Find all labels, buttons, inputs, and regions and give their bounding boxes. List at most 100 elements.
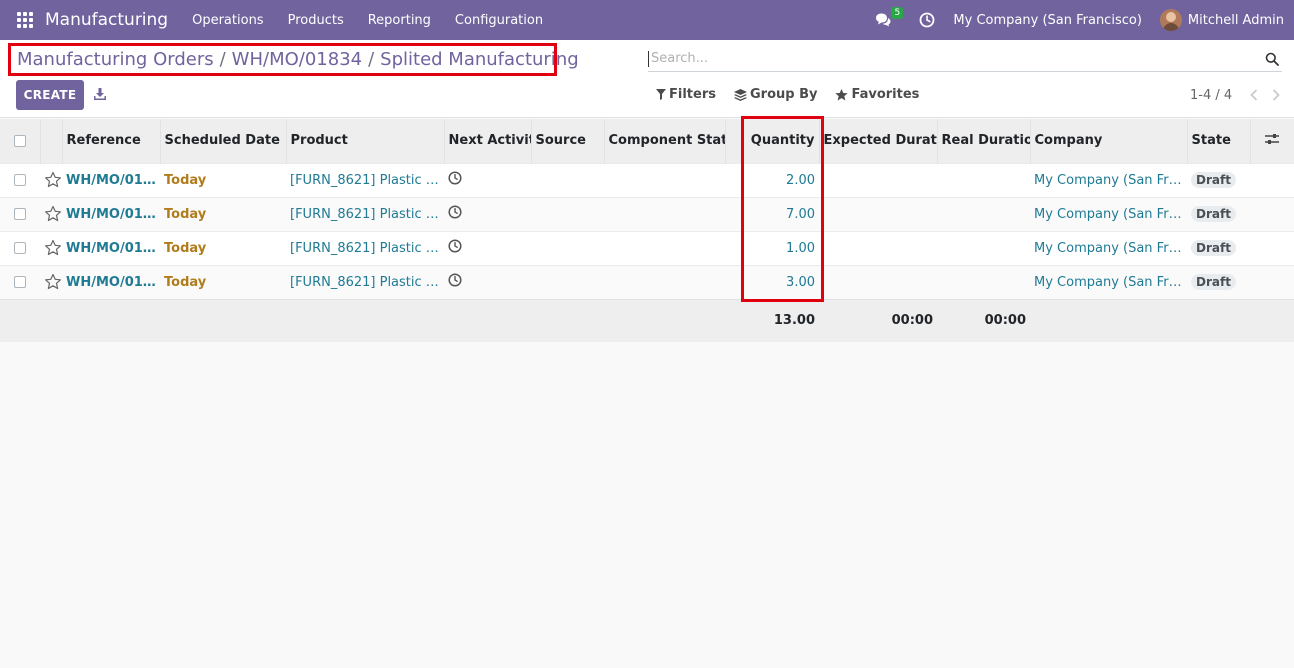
cell-product[interactable]: [FURN_8621] Plastic La... bbox=[286, 230, 444, 265]
state-badge: Draft bbox=[1191, 206, 1236, 222]
cell-company[interactable]: My Company (San Fran... bbox=[1030, 196, 1187, 231]
cell-state: Draft bbox=[1187, 162, 1250, 197]
search-bar bbox=[648, 46, 1282, 72]
priority-star-icon[interactable] bbox=[44, 239, 62, 257]
column-state[interactable]: State bbox=[1187, 119, 1251, 163]
column-reference[interactable]: Reference bbox=[62, 119, 161, 163]
cell-quantity: 2.00 bbox=[741, 162, 819, 197]
cell-expected-duration bbox=[819, 230, 937, 265]
cell-component-status bbox=[604, 264, 725, 299]
main-menu: Operations Products Reporting Configurat… bbox=[180, 13, 555, 28]
cell-end bbox=[1250, 264, 1294, 299]
activity-clock-icon[interactable] bbox=[448, 171, 462, 185]
column-company[interactable]: Company bbox=[1030, 119, 1188, 163]
select-all-checkbox[interactable] bbox=[13, 134, 26, 147]
column-real-duration[interactable]: Real Duration bbox=[937, 119, 1031, 163]
download-icon[interactable] bbox=[93, 87, 107, 101]
menu-reporting[interactable]: Reporting bbox=[356, 13, 443, 28]
breadcrumb-middle[interactable]: WH/MO/01834 bbox=[232, 49, 362, 70]
state-badge: Draft bbox=[1191, 274, 1236, 290]
create-button[interactable]: CREATE bbox=[16, 80, 84, 110]
filters-button[interactable]: Filters bbox=[656, 87, 716, 102]
pager-previous-button[interactable] bbox=[1244, 87, 1264, 103]
search-input[interactable] bbox=[648, 50, 1265, 67]
company-switcher[interactable]: My Company (San Francisco) bbox=[953, 13, 1141, 28]
cell-scheduled-date: Today bbox=[160, 196, 286, 231]
activity-clock-icon[interactable] bbox=[919, 12, 935, 28]
cell-product[interactable]: [FURN_8621] Plastic La... bbox=[286, 162, 444, 197]
control-panel: Manufacturing Orders / WH/MO/01834 / Spl… bbox=[0, 40, 1294, 118]
menu-operations[interactable]: Operations bbox=[180, 13, 275, 28]
priority-cell bbox=[40, 162, 62, 197]
footer-spacer bbox=[0, 298, 741, 342]
table-row[interactable]: WH/MO/01838 Today [FURN_8621] Plastic La… bbox=[0, 264, 1294, 299]
table-row[interactable]: WH/MO/01837 Today [FURN_8621] Plastic La… bbox=[0, 230, 1294, 265]
cell-product[interactable]: [FURN_8621] Plastic La... bbox=[286, 264, 444, 299]
table-row[interactable]: WH/MO/01836 Today [FURN_8621] Plastic La… bbox=[0, 196, 1294, 231]
row-checkbox[interactable] bbox=[14, 174, 26, 186]
cell-company[interactable]: My Company (San Fran... bbox=[1030, 264, 1187, 299]
priority-star-icon[interactable] bbox=[44, 171, 62, 189]
cell-reference[interactable]: WH/MO/01837 bbox=[62, 230, 160, 265]
user-avatar[interactable] bbox=[1159, 9, 1182, 31]
activity-clock-icon[interactable] bbox=[448, 205, 462, 219]
cell-expected-duration bbox=[819, 196, 937, 231]
cell-spacer bbox=[725, 162, 741, 197]
table-header-row: Reference Scheduled Date Product Next Ac… bbox=[0, 119, 1294, 163]
breadcrumb-root[interactable]: Manufacturing Orders bbox=[17, 49, 214, 70]
star-icon bbox=[835, 88, 849, 100]
cell-component-status bbox=[604, 162, 725, 197]
activity-clock-icon[interactable] bbox=[448, 273, 462, 287]
row-checkbox[interactable] bbox=[14, 242, 26, 254]
app-name[interactable]: Manufacturing bbox=[45, 10, 168, 30]
pager-value[interactable]: 1-4 / 4 bbox=[1190, 88, 1232, 103]
cell-product[interactable]: [FURN_8621] Plastic La... bbox=[286, 196, 444, 231]
user-menu[interactable]: Mitchell Admin bbox=[1188, 13, 1284, 28]
favorites-button[interactable]: Favorites bbox=[835, 87, 919, 102]
state-badge: Draft bbox=[1191, 240, 1236, 256]
cell-source bbox=[531, 230, 604, 265]
column-next-activity[interactable]: Next Activity bbox=[444, 119, 532, 163]
layers-icon bbox=[733, 88, 747, 101]
cell-reference[interactable]: WH/MO/01838 bbox=[62, 264, 160, 299]
pager-next-button[interactable] bbox=[1266, 87, 1286, 103]
menu-products[interactable]: Products bbox=[276, 13, 356, 28]
search-icon[interactable] bbox=[1265, 52, 1279, 66]
cell-end bbox=[1250, 196, 1294, 231]
row-checkbox[interactable] bbox=[14, 208, 26, 220]
column-source[interactable]: Source bbox=[531, 119, 605, 163]
row-select-cell bbox=[0, 196, 40, 231]
column-quantity[interactable]: Quantity bbox=[741, 119, 820, 163]
cell-reference[interactable]: WH/MO/01835 bbox=[62, 162, 160, 197]
menu-configuration[interactable]: Configuration bbox=[443, 13, 555, 28]
activity-clock-icon[interactable] bbox=[448, 239, 462, 253]
apps-menu-icon[interactable] bbox=[17, 12, 33, 28]
column-scheduled-date[interactable]: Scheduled Date bbox=[160, 119, 287, 163]
breadcrumb: Manufacturing Orders / WH/MO/01834 / Spl… bbox=[8, 43, 579, 76]
cell-company[interactable]: My Company (San Fran... bbox=[1030, 230, 1187, 265]
cell-next-activity bbox=[444, 264, 531, 299]
column-component-status[interactable]: Component Status bbox=[604, 119, 726, 163]
cell-quantity: 3.00 bbox=[741, 264, 819, 299]
cell-expected-duration bbox=[819, 162, 937, 197]
messaging-menu[interactable]: 5 bbox=[875, 0, 905, 40]
top-navbar: Manufacturing Operations Products Report… bbox=[0, 0, 1294, 40]
navbar-systray: 5 My Company (San Francisco) Mitchell Ad… bbox=[875, 0, 1294, 40]
cell-spacer bbox=[725, 230, 741, 265]
manufacturing-orders-table: Reference Scheduled Date Product Next Ac… bbox=[0, 119, 1294, 342]
priority-star-icon[interactable] bbox=[44, 273, 62, 291]
cell-reference[interactable]: WH/MO/01836 bbox=[62, 196, 160, 231]
filters-label: Filters bbox=[669, 87, 716, 102]
row-checkbox[interactable] bbox=[14, 276, 26, 288]
cell-company[interactable]: My Company (San Fran... bbox=[1030, 162, 1187, 197]
groupby-button[interactable]: Group By bbox=[733, 87, 817, 102]
optional-columns-toggle[interactable] bbox=[1250, 119, 1294, 163]
column-expected-duration[interactable]: Expected Duration bbox=[819, 119, 938, 163]
row-select-cell bbox=[0, 230, 40, 265]
cell-scheduled-date: Today bbox=[160, 230, 286, 265]
table-row[interactable]: WH/MO/01835 Today [FURN_8621] Plastic La… bbox=[0, 162, 1294, 197]
cell-real-duration bbox=[937, 196, 1030, 231]
priority-star-icon[interactable] bbox=[44, 205, 62, 223]
total-expected-duration: 00:00 bbox=[819, 298, 937, 342]
column-product[interactable]: Product bbox=[286, 119, 445, 163]
